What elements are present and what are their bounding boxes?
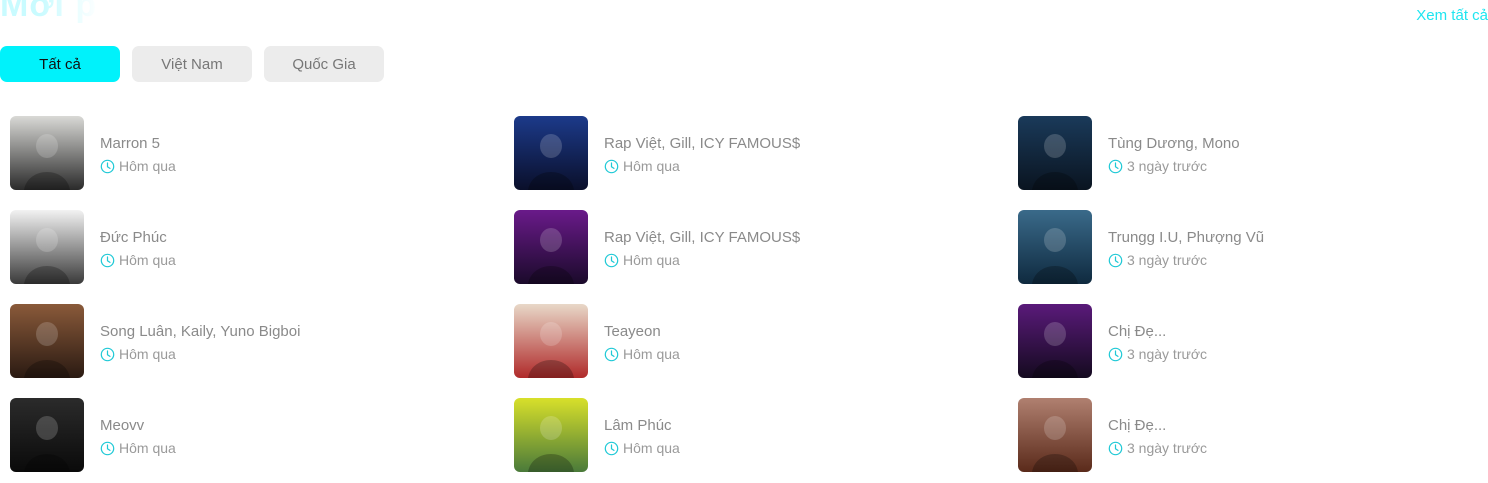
release-time-label: 3 ngày trước: [1127, 252, 1208, 268]
release-time-label: Hôm qua: [119, 346, 176, 362]
release-info: Meovv Hôm qua: [100, 413, 176, 457]
release-time-label: 3 ngày trước: [1127, 346, 1208, 362]
section-title: Mới phát hành: [0, 0, 100, 24]
album-cover[interactable]: [514, 116, 588, 190]
release-item[interactable]: Trungg I.U, Phượng Vũ 3 ngày trước: [1018, 210, 1488, 284]
release-info: Song Luân, Kaily, Yuno Bigboi Hôm qua: [100, 319, 300, 363]
clock-icon: [100, 253, 115, 268]
release-item[interactable]: Teayeon Hôm qua: [514, 304, 994, 378]
release-time: Hôm qua: [604, 345, 680, 363]
clock-icon: [604, 347, 619, 362]
filter-tabs: Tất cả Việt Nam Quốc Gia: [0, 46, 384, 82]
release-item[interactable]: Rap Việt, Gill, ICY FAMOUS$ Hôm qua: [514, 116, 994, 190]
artist-name[interactable]: Marron 5: [100, 135, 176, 153]
artist-name[interactable]: Teayeon: [604, 323, 680, 341]
artist-name[interactable]: Trungg I.U, Phượng Vũ: [1108, 229, 1264, 247]
release-info: Đức Phúc Hôm qua: [100, 225, 176, 269]
artist-name[interactable]: Meovv: [100, 417, 176, 435]
release-time: Hôm qua: [100, 251, 176, 269]
album-cover[interactable]: [1018, 398, 1092, 472]
release-info: Rap Việt, Gill, ICY FAMOUS$ Hôm qua: [604, 225, 800, 269]
release-time-label: Hôm qua: [119, 440, 176, 456]
artist-name[interactable]: Rap Việt, Gill, ICY FAMOUS$: [604, 135, 800, 153]
release-time: 3 ngày trước: [1108, 251, 1264, 269]
release-item[interactable]: Chị Đẹ... 3 ngày trước: [1018, 398, 1488, 472]
release-item[interactable]: Song Luân, Kaily, Yuno Bigboi Hôm qua: [10, 304, 490, 378]
album-cover[interactable]: [1018, 116, 1092, 190]
release-info: Marron 5 Hôm qua: [100, 131, 176, 175]
release-info: Trungg I.U, Phượng Vũ 3 ngày trước: [1108, 225, 1264, 269]
album-cover[interactable]: [514, 304, 588, 378]
release-info: Rap Việt, Gill, ICY FAMOUS$ Hôm qua: [604, 131, 800, 175]
artist-name[interactable]: Chị Đẹ...: [1108, 323, 1207, 341]
release-info: Lâm Phúc Hôm qua: [604, 413, 680, 457]
release-info: Tùng Dương, Mono 3 ngày trước: [1108, 131, 1240, 175]
release-time-label: Hôm qua: [623, 158, 680, 174]
album-cover[interactable]: [514, 210, 588, 284]
release-time-label: Hôm qua: [623, 440, 680, 456]
see-all-link[interactable]: Xem tất cả: [1416, 7, 1488, 24]
album-cover[interactable]: [10, 398, 84, 472]
release-time: Hôm qua: [100, 345, 300, 363]
clock-icon: [100, 159, 115, 174]
album-cover[interactable]: [10, 304, 84, 378]
release-time-label: 3 ngày trước: [1127, 158, 1208, 174]
artist-name[interactable]: Chị Đẹ...: [1108, 417, 1207, 435]
release-item[interactable]: Đức Phúc Hôm qua: [10, 210, 490, 284]
clock-icon: [100, 347, 115, 362]
section-header: Mới phát hành Xem tất cả: [0, 0, 1488, 40]
clock-icon: [604, 159, 619, 174]
release-item[interactable]: Marron 5 Hôm qua: [10, 116, 490, 190]
clock-icon: [1108, 253, 1123, 268]
release-item[interactable]: Chị Đẹ... 3 ngày trước: [1018, 304, 1488, 378]
release-time-label: 3 ngày trước: [1127, 440, 1208, 456]
clock-icon: [604, 253, 619, 268]
release-info: Chị Đẹ... 3 ngày trước: [1108, 413, 1207, 457]
release-item[interactable]: Tùng Dương, Mono 3 ngày trước: [1018, 116, 1488, 190]
release-time: 3 ngày trước: [1108, 439, 1207, 457]
tab-all[interactable]: Tất cả: [0, 46, 120, 82]
clock-icon: [1108, 441, 1123, 456]
release-time: Hôm qua: [100, 439, 176, 457]
artist-name[interactable]: Tùng Dương, Mono: [1108, 135, 1240, 153]
tab-vietnam[interactable]: Việt Nam: [132, 46, 252, 82]
release-time: 3 ngày trước: [1108, 157, 1240, 175]
release-item[interactable]: Rap Việt, Gill, ICY FAMOUS$ Hôm qua: [514, 210, 994, 284]
release-time-label: Hôm qua: [623, 252, 680, 268]
album-cover[interactable]: [514, 398, 588, 472]
artist-name[interactable]: Song Luân, Kaily, Yuno Bigboi: [100, 323, 300, 341]
release-time: Hôm qua: [100, 157, 176, 175]
release-info: Chị Đẹ... 3 ngày trước: [1108, 319, 1207, 363]
release-time-label: Hôm qua: [623, 346, 680, 362]
release-time: Hôm qua: [604, 439, 680, 457]
artist-name[interactable]: Lâm Phúc: [604, 417, 680, 435]
clock-icon: [100, 441, 115, 456]
release-item[interactable]: Meovv Hôm qua: [10, 398, 490, 472]
clock-icon: [1108, 347, 1123, 362]
release-time: 3 ngày trước: [1108, 345, 1207, 363]
tab-international[interactable]: Quốc Gia: [264, 46, 384, 82]
release-time: Hôm qua: [604, 251, 800, 269]
album-cover[interactable]: [10, 116, 84, 190]
album-cover[interactable]: [1018, 304, 1092, 378]
release-info: Teayeon Hôm qua: [604, 319, 680, 363]
album-cover[interactable]: [10, 210, 84, 284]
artist-name[interactable]: Rap Việt, Gill, ICY FAMOUS$: [604, 229, 800, 247]
clock-icon: [604, 441, 619, 456]
release-item[interactable]: Lâm Phúc Hôm qua: [514, 398, 994, 472]
release-time-label: Hôm qua: [119, 252, 176, 268]
album-cover[interactable]: [1018, 210, 1092, 284]
release-time-label: Hôm qua: [119, 158, 176, 174]
artist-name[interactable]: Đức Phúc: [100, 229, 176, 247]
clock-icon: [1108, 159, 1123, 174]
release-time: Hôm qua: [604, 157, 800, 175]
